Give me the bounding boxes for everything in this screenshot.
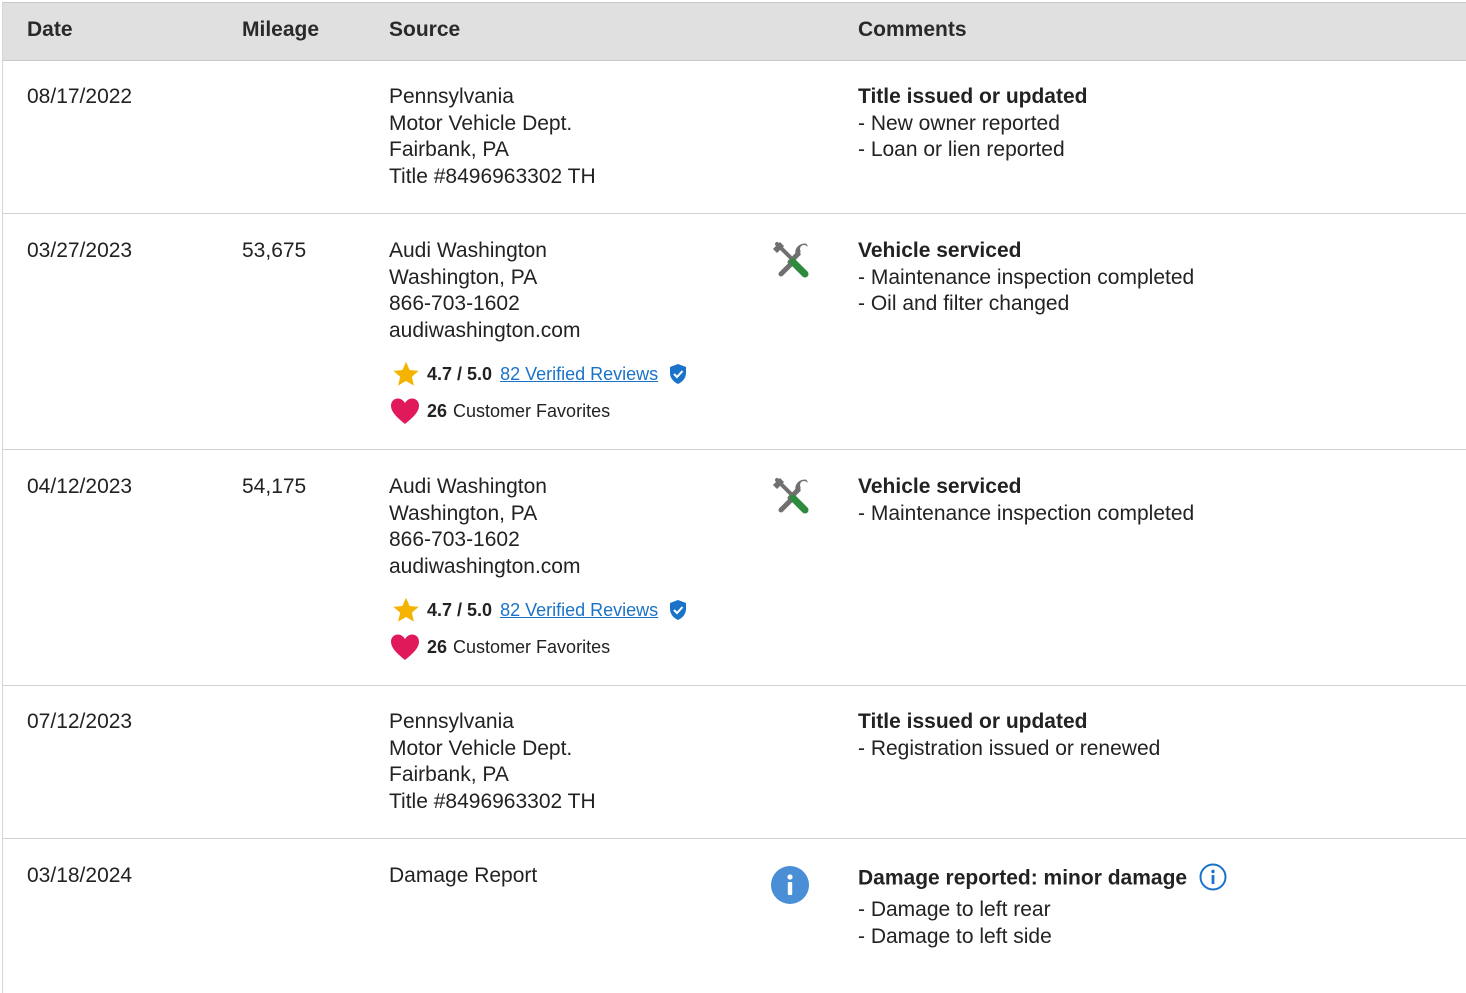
row-source: Pennsylvania Motor Vehicle Dept. Fairban… — [389, 84, 596, 190]
verified-reviews-link[interactable]: 82 Verified Reviews — [500, 364, 658, 385]
verified-shield-icon — [670, 364, 687, 384]
source-line: audiwashington.com — [389, 318, 581, 342]
dealer-rating: 4.7 / 5.0 82 Verified Reviews — [389, 596, 688, 624]
row-comments: Title issued or updated - Registration i… — [858, 709, 1160, 762]
table-row: 04/12/2023 54,175 Audi Washington Washin… — [3, 450, 1466, 686]
comment-item: - Damage to left side — [858, 924, 1052, 948]
header-mileage: Mileage — [242, 18, 320, 41]
star-icon — [393, 361, 419, 386]
comment-title: Title issued or updated — [858, 710, 1088, 733]
rating-score: 4.7 / 5.0 — [427, 363, 493, 384]
heart-icon — [391, 398, 419, 424]
table-row: 07/12/2023 Pennsylvania Motor Vehicle De… — [3, 686, 1466, 839]
comment-item: - Maintenance inspection completed — [858, 501, 1195, 525]
source-line: Audi Washington — [389, 475, 547, 498]
customer-favorites: 26 Customer Favorites — [389, 632, 610, 662]
row-source: Audi Washington Washington, PA 866-703-1… — [389, 238, 580, 344]
source-line: Fairbank, PA — [389, 763, 509, 786]
row-comments: Damage reported: minor damage - Damage t… — [858, 863, 1227, 950]
header-source: Source — [389, 18, 461, 41]
row-date: 04/12/2023 — [27, 475, 133, 498]
info-outline-icon[interactable] — [1199, 863, 1227, 891]
favorites-label: Customer Favorites — [453, 636, 611, 657]
rating-score: 4.7 / 5.0 — [427, 599, 493, 620]
row-comments: Vehicle serviced - Maintenance inspectio… — [858, 238, 1194, 318]
info-icon — [771, 866, 809, 904]
table-row: 03/27/2023 53,675 Audi Washington Washin… — [3, 214, 1466, 450]
comment-item: - Maintenance inspection completed — [858, 265, 1195, 289]
row-comments: Title issued or updated - New owner repo… — [858, 84, 1087, 164]
row-date: 03/18/2024 — [27, 864, 133, 887]
favorites-count: 26 — [427, 636, 448, 657]
wrench-screwdriver-icon — [772, 241, 809, 278]
star-icon — [393, 597, 419, 622]
source-line: Fairbank, PA — [389, 138, 509, 161]
header-comments: Comments — [858, 18, 967, 41]
header-date: Date — [27, 18, 73, 41]
source-line: Motor Vehicle Dept. — [389, 111, 573, 135]
source-line: Damage Report — [389, 864, 538, 887]
row-source: Pennsylvania Motor Vehicle Dept. Fairban… — [389, 709, 596, 815]
comment-item: - Registration issued or renewed — [858, 736, 1161, 760]
customer-favorites: 26 Customer Favorites — [389, 396, 610, 426]
comment-item: - Oil and filter changed — [858, 292, 1070, 315]
row-date: 07/12/2023 — [27, 710, 133, 733]
row-source: Damage Report — [389, 863, 537, 890]
source-line: Washington, PA — [389, 501, 538, 525]
heart-icon — [391, 634, 419, 660]
comment-item: - Damage to left rear — [858, 898, 1051, 921]
source-line: 866-703-1602 — [389, 528, 520, 551]
comment-title: Vehicle serviced — [858, 475, 1022, 498]
row-comments: Vehicle serviced - Maintenance inspectio… — [858, 474, 1194, 527]
comment-item: - New owner reported — [858, 111, 1060, 135]
source-line: 866-703-1602 — [389, 292, 520, 315]
source-line: Audi Washington — [389, 239, 547, 262]
favorites-count: 26 — [427, 400, 448, 421]
comment-title: Damage reported: minor damage — [858, 863, 1227, 893]
row-mileage: 54,175 — [242, 475, 307, 498]
verified-shield-icon — [670, 600, 687, 620]
source-line: Washington, PA — [389, 265, 538, 289]
source-line: Pennsylvania — [389, 85, 514, 108]
dealer-rating: 4.7 / 5.0 82 Verified Reviews — [389, 360, 688, 388]
comment-title: Title issued or updated — [858, 85, 1088, 108]
source-line: Title #8496963302 TH — [389, 789, 596, 813]
source-line: Title #8496963302 TH — [389, 164, 596, 188]
table-row: 08/17/2022 Pennsylvania Motor Vehicle De… — [3, 61, 1466, 214]
row-date: 08/17/2022 — [27, 85, 133, 108]
wrench-screwdriver-icon — [772, 477, 809, 514]
source-line: Pennsylvania — [389, 710, 514, 733]
row-source: Audi Washington Washington, PA 866-703-1… — [389, 474, 580, 580]
comment-title-text: Damage reported: minor damage — [858, 866, 1188, 890]
vehicle-history-table: Date Mileage Source Comments 08/17/2022 … — [2, 2, 1466, 993]
favorites-label: Customer Favorites — [453, 400, 611, 421]
verified-reviews-link[interactable]: 82 Verified Reviews — [500, 600, 658, 621]
comment-title: Vehicle serviced — [858, 239, 1022, 262]
table-header: Date Mileage Source Comments — [3, 2, 1466, 61]
source-line: Motor Vehicle Dept. — [389, 736, 573, 760]
source-line: audiwashington.com — [389, 554, 581, 578]
row-date: 03/27/2023 — [27, 239, 133, 262]
comment-item: - Loan or lien reported — [858, 138, 1065, 161]
table-row: 03/18/2024 Damage Report Damage reported… — [3, 840, 1466, 993]
row-mileage: 53,675 — [242, 239, 307, 262]
